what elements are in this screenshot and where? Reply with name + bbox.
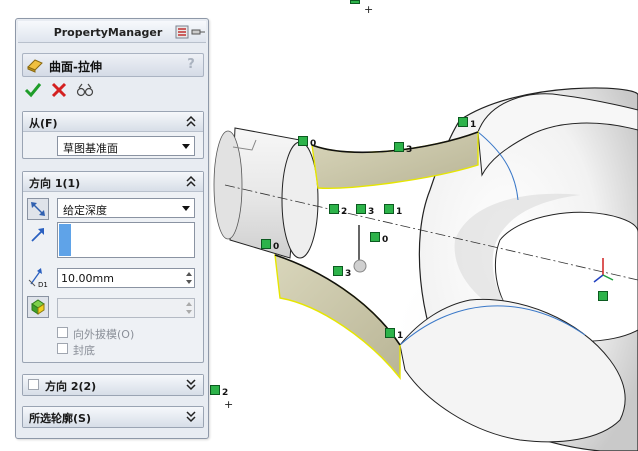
sketch-point-marker[interactable] [370,232,380,242]
spin-up-icon [186,302,192,306]
sketch-point-marker[interactable] [329,204,339,214]
direction2-checkbox[interactable] [28,379,39,390]
marker-label: 0 [273,242,280,252]
sketch-point-marker[interactable] [384,204,394,214]
origin-marker[interactable] [598,291,608,301]
ok-button[interactable] [24,81,42,99]
direction1-group-title: 方向 1(1) [29,177,81,190]
sketch-point-marker[interactable] [333,266,343,276]
feature-title: 曲面-拉伸 [49,60,102,74]
cap-end-checkbox[interactable] [57,343,68,354]
direction-vector-icon [31,228,44,242]
depth-icon: D1 [28,268,48,288]
expand-icon[interactable] [185,410,197,423]
spin-up-icon[interactable] [186,272,192,276]
marker-label: 1 [470,120,477,130]
sketch-point-marker[interactable] [350,0,360,4]
direction1-group-header[interactable]: 方向 1(1) [23,172,203,192]
spin-down-icon [186,310,192,314]
marker-label: 2 [341,207,348,217]
sketch-point-marker[interactable] [298,136,308,146]
marker-label: 0 [382,235,389,245]
dropdown-arrow-icon [182,206,190,211]
help-icon[interactable]: ? [183,57,199,73]
sketch-point-marker[interactable] [458,117,468,127]
selected-contours-group-header[interactable]: 所选轮廓(S) [23,407,203,427]
selection-highlight [59,224,71,256]
spin-down-icon[interactable] [186,280,192,284]
direction1-group: 方向 1(1) 给定深度 D1 10.00mm 向外拔模(O) 封底 [22,171,204,363]
draft-outward-checkbox[interactable] [57,327,68,338]
sketch-point-marker[interactable] [385,328,395,338]
sketch-point-marker[interactable] [261,239,271,249]
sketch-point-marker[interactable] [210,385,220,395]
draft-outward-label: 向外拔模(O) [73,328,135,341]
from-group-header[interactable]: 从(F) [23,112,203,132]
draft-toggle-icon[interactable] [27,296,49,318]
collapse-icon[interactable] [185,175,197,188]
direction2-group-title: 方向 2(2) [45,380,97,393]
cap-end-label: 封底 [73,344,95,357]
property-manager-header: PropertyManager [18,21,206,43]
depth-input[interactable]: 10.00mm [57,268,195,288]
direction2-group-header[interactable]: 方向 2(2) [23,375,203,395]
collapse-icon[interactable] [185,115,197,128]
marker-label: 1 [397,331,404,341]
from-group-title: 从(F) [29,117,58,130]
selected-contours-group-title: 所选轮廓(S) [29,412,91,425]
marker-label: 1 [396,207,403,217]
start-condition-value: 草图基准面 [63,142,118,155]
end-condition-dropdown[interactable]: 给定深度 [57,198,195,218]
marker-label: 3 [406,145,413,155]
crosshair-icon: + [224,398,234,411]
expand-icon[interactable] [185,378,197,391]
start-condition-dropdown[interactable]: 草图基准面 [57,136,195,156]
sketch-point-marker[interactable] [394,142,404,152]
end-condition-value: 给定深度 [63,204,107,217]
sketch-point-marker[interactable] [356,204,366,214]
direction-vector-selection-box[interactable] [57,222,195,258]
cancel-button[interactable] [50,81,68,99]
selected-contours-group: 所选轮廓(S) [22,406,204,428]
property-manager-panel: PropertyManager 曲面-拉伸 ? 从(F) 草图基准面 方向 1(… [15,18,209,439]
draft-angle-input [57,298,195,318]
reverse-direction-icon[interactable] [27,198,49,220]
marker-label: 3 [345,269,352,279]
feature-title-bar: 曲面-拉伸 ? [22,53,204,77]
property-manager-title: PropertyManager [53,26,163,39]
depth-symbol: D1 [38,281,48,288]
marker-label: 3 [368,207,375,217]
dropdown-arrow-icon [182,144,190,149]
direction2-group: 方向 2(2) [22,374,204,396]
depth-value: 10.00mm [61,272,114,285]
pin-icon[interactable] [174,25,206,39]
surface-extrude-icon [27,59,43,73]
crosshair-icon: + [364,3,374,16]
marker-label: 2 [222,388,229,398]
detailed-preview-button[interactable] [76,81,94,99]
from-group: 从(F) 草图基准面 [22,111,204,159]
marker-label: 0 [310,139,317,149]
